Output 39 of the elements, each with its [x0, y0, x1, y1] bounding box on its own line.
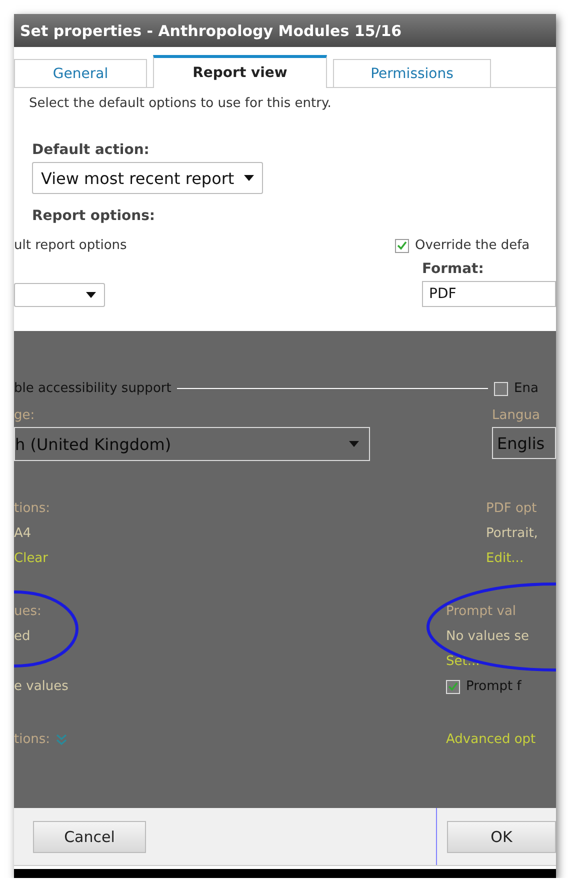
option-label: ult report options [14, 238, 128, 253]
option-select[interactable] [14, 283, 105, 307]
language-select[interactable]: h (United Kingdom) [14, 427, 370, 461]
checkbox-label: ble accessibility support [14, 381, 172, 396]
field-label: PDF opt [486, 501, 537, 516]
field-label: Default action: [32, 142, 150, 158]
field-label: tions: [14, 501, 50, 516]
caret-icon [86, 292, 96, 298]
field-value: A4 [14, 526, 32, 541]
field-label: Format: [422, 261, 485, 277]
checkbox-label: Override the defa [415, 238, 530, 253]
field-label: Langua [492, 408, 541, 423]
section-label: tions: [14, 732, 50, 747]
cancel-button[interactable]: Cancel [33, 820, 146, 852]
window-title: Set properties - Anthropology Modules 15/16 [14, 14, 556, 47]
checkbox[interactable] [395, 238, 409, 252]
tab[interactable]: General [14, 59, 147, 87]
action-link[interactable]: Clear [14, 551, 48, 566]
field-value: No values se [446, 629, 529, 644]
language-field[interactable]: Englis [492, 427, 556, 459]
intro-text: Select the default options to use for this entry. [28, 95, 332, 113]
field-value: ed [14, 629, 30, 644]
checkbox-label: Prompt f [466, 679, 522, 694]
default-action-select[interactable]: View most recent report [32, 162, 264, 194]
field-value: Portrait, [486, 526, 538, 541]
checkbox-label: Ena [514, 381, 538, 396]
section-heading: Report options: [32, 208, 156, 224]
ok-button[interactable]: OK [447, 820, 556, 852]
caret-icon [349, 441, 359, 447]
field-label: ge: [14, 408, 36, 423]
caret-icon [244, 175, 254, 181]
field-label: ues: [14, 604, 42, 619]
action-link[interactable]: Edit... [486, 551, 524, 566]
field-value: e values [14, 679, 68, 694]
action-link[interactable]: Advanced opt [446, 732, 536, 747]
field-label: Prompt val [446, 604, 516, 619]
tab[interactable]: Permissions [333, 59, 491, 87]
format-field[interactable]: PDF [422, 281, 556, 307]
tab[interactable]: Report view [153, 55, 327, 88]
